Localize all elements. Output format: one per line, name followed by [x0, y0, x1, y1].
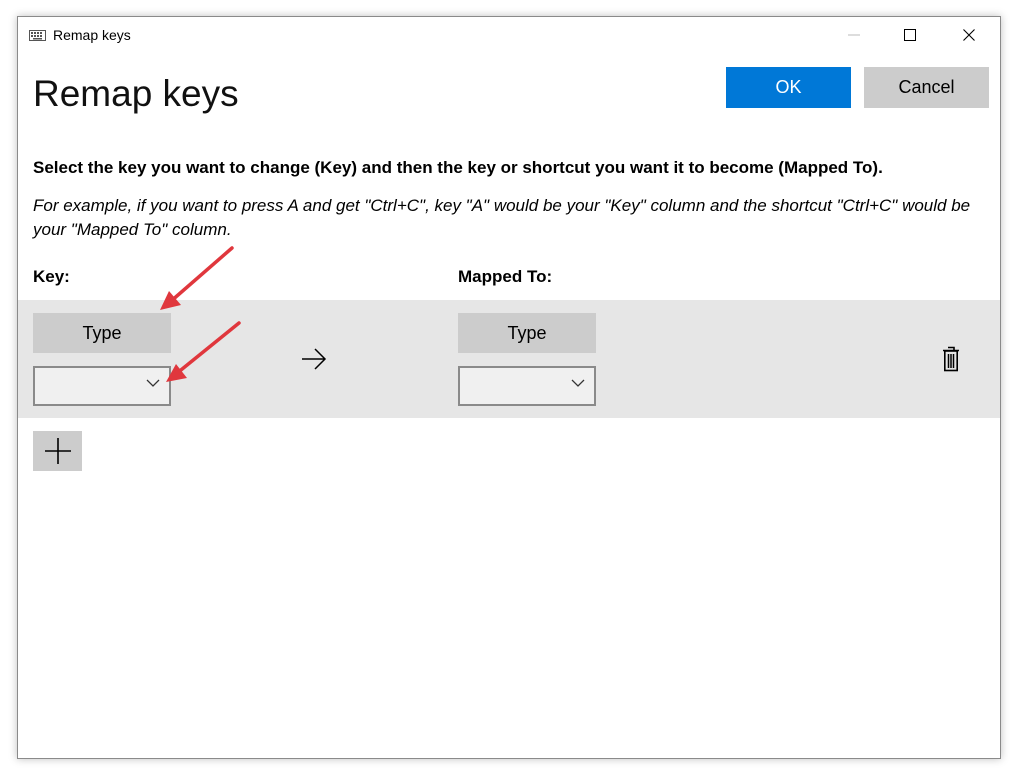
plus-icon — [44, 438, 71, 464]
example-text: For example, if you want to press A and … — [33, 196, 971, 239]
arrow-right-icon — [302, 348, 327, 370]
page-title: Remap keys — [33, 73, 239, 114]
trash-icon[interactable] — [941, 346, 961, 372]
mapped-to-column-header: Mapped To: — [458, 267, 553, 286]
ok-button[interactable]: OK — [726, 67, 851, 108]
remap-keys-window: Remap keys Remap keys OK Cancel Select t… — [17, 16, 1001, 759]
key-type-button[interactable]: Type — [33, 313, 171, 353]
chevron-down-icon — [146, 379, 160, 387]
maximize-button[interactable] — [887, 17, 933, 53]
remap-row: Type Type — [18, 300, 1000, 418]
key-dropdown[interactable] — [33, 366, 171, 406]
keyboard-icon — [29, 30, 46, 41]
chevron-down-icon — [571, 379, 585, 387]
window-title: Remap keys — [53, 27, 131, 43]
mapped-type-button[interactable]: Type — [458, 313, 596, 353]
minimize-icon — [848, 34, 860, 36]
close-button[interactable] — [946, 17, 992, 53]
minimize-button[interactable] — [831, 17, 877, 53]
instruction-text: Select the key you want to change (Key) … — [33, 158, 883, 177]
cancel-button[interactable]: Cancel — [864, 67, 989, 108]
maximize-icon — [904, 29, 916, 41]
mapped-dropdown[interactable] — [458, 366, 596, 406]
key-column-header: Key: — [33, 267, 70, 286]
add-remap-button[interactable] — [33, 431, 82, 471]
close-icon — [963, 29, 975, 41]
title-bar[interactable]: Remap keys — [18, 17, 1000, 53]
